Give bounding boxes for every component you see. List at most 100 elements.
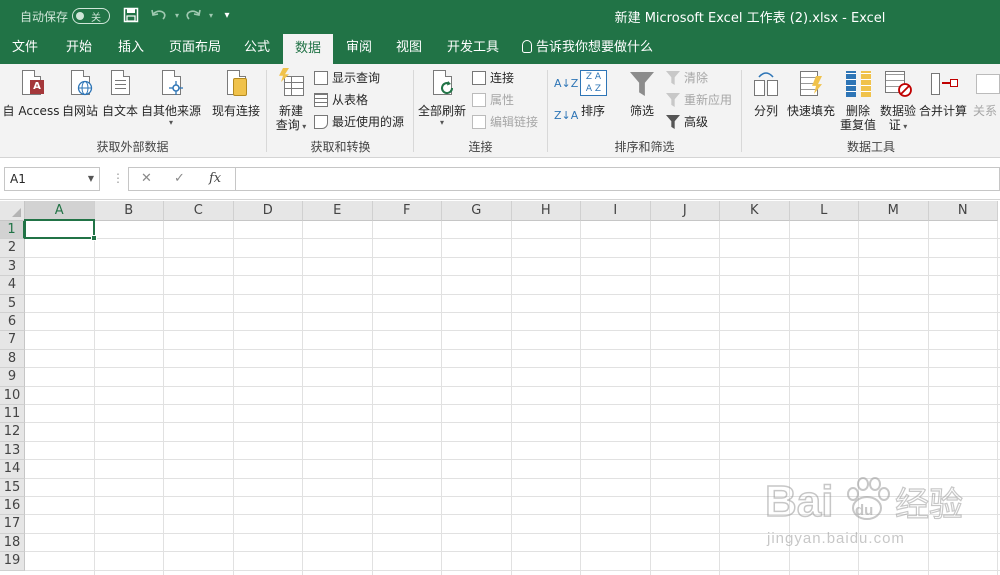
tab-file[interactable]: 文件 [2,32,48,64]
from-table-button[interactable]: 从表格 [314,90,368,110]
enter-icon[interactable]: ✓ [174,168,185,190]
active-cell-a1[interactable] [24,219,97,241]
data-validation-icon [883,68,913,100]
tab-insert[interactable]: 插入 [108,32,154,64]
row-header-18[interactable]: 18 [0,533,25,553]
row-header-14[interactable]: 14 [0,460,25,479]
text-to-columns-button[interactable]: 分列 [748,68,784,118]
tab-review[interactable]: 审阅 [338,32,380,64]
recent-sources-button[interactable]: 最近使用的源 [314,112,404,132]
row-header-8[interactable]: 8 [0,349,25,369]
consolidate-button[interactable]: 合并计算 [918,68,968,118]
column-header-c[interactable]: C [164,201,234,221]
refresh-all-button[interactable]: 全部刷新 ▾ [416,68,468,127]
tab-formulas[interactable]: 公式 [236,32,278,64]
cancel-icon[interactable]: ✕ [141,168,152,190]
tab-home[interactable]: 开始 [56,32,102,64]
row-header-3[interactable]: 3 [0,257,25,277]
sort-label: 排序 [580,104,605,118]
edit-links-label: 编辑链接 [490,115,539,129]
column-header-m[interactable]: M [859,201,929,221]
from-access-label: 自 Access [2,104,60,118]
flash-fill-button[interactable]: 快速填充 [786,68,836,118]
row-header-19[interactable]: 19 [0,552,25,571]
relationships-button[interactable]: 关系 [970,68,1000,118]
existing-connections-button[interactable]: 现有连接 [208,68,264,118]
tab-developer[interactable]: 开发工具 [440,32,506,64]
grid-row-line [25,569,1000,571]
tab-data[interactable]: 数据 [283,34,333,64]
flash-fill-icon [796,68,826,100]
grid-row-line [25,238,1000,240]
clear-filter-button[interactable]: 清除 [666,68,708,88]
column-header-h[interactable]: H [511,201,581,221]
column-header-k[interactable]: K [720,201,790,221]
undo-icon[interactable] [150,7,168,25]
row-header-17[interactable]: 17 [0,515,25,534]
row-header-13[interactable]: 13 [0,441,25,461]
row-header-16[interactable]: 16 [0,497,25,516]
insert-function-icon[interactable]: fx [209,168,221,190]
from-access-button[interactable]: A 自 Access [2,68,60,118]
from-web-label: 自网站 [61,104,98,118]
autosave-toggle[interactable]: 关 [72,8,110,24]
column-header-a[interactable]: A [25,201,95,221]
chevron-down-icon: ▾ [299,122,307,131]
redo-icon[interactable] [184,7,202,25]
row-header-12[interactable]: 12 [0,423,25,442]
from-other-sources-button[interactable]: 自其他来源 ▾ [140,68,202,127]
column-header-n[interactable]: N [928,201,998,221]
select-all-button[interactable] [0,201,25,221]
customize-toolbar-icon[interactable]: ▾ [218,7,236,25]
new-query-label-1: 新建 [278,104,303,118]
column-header-j[interactable]: J [650,201,720,221]
column-header-g[interactable]: G [442,201,512,221]
formula-bar-resize-handle[interactable]: ⋮ [112,171,124,185]
reapply-button[interactable]: 重新应用 [666,90,732,110]
tab-page-layout[interactable]: 页面布局 [160,32,230,64]
name-box[interactable]: A1 ▼ [4,167,100,191]
save-icon[interactable] [122,7,140,25]
row-header-4[interactable]: 4 [0,276,25,295]
remove-duplicates-button[interactable]: 删除 重复值 [838,68,878,132]
chevron-down-icon: ▾ [439,118,444,127]
fill-handle[interactable] [91,235,97,241]
row-header-7[interactable]: 7 [0,331,25,350]
column-header-f[interactable]: F [372,201,442,221]
row-header-11[interactable]: 11 [0,405,25,424]
grid-column-line [163,221,164,575]
sort-z-to-a-icon[interactable]: Z↓A [554,106,578,126]
column-header-d[interactable]: D [233,201,303,221]
properties-button[interactable]: 属性 [472,90,514,110]
tab-view[interactable]: 视图 [388,32,430,64]
row-header-1[interactable]: 1 [0,221,25,240]
column-header-l[interactable]: L [789,201,859,221]
from-web-button[interactable]: 自网站 [60,68,100,118]
from-text-button[interactable]: 自文本 [100,68,140,118]
chevron-down-icon: ▾ [168,118,173,127]
row-header-2[interactable]: 2 [0,239,25,258]
connections-button[interactable]: 连接 [472,68,514,88]
sort-button[interactable]: Z AA Z 排序 [576,68,610,118]
data-validation-label-2: 证 [888,118,901,132]
document-title: 新建 Microsoft Excel 工作表 (2).xlsx - Excel [614,11,886,26]
new-query-button[interactable]: 新建 查询 ▾ [270,68,312,134]
row-header-5[interactable]: 5 [0,294,25,313]
row-header-9[interactable]: 9 [0,368,25,387]
data-validation-button[interactable]: 数据验 证 ▾ [878,68,918,134]
group-label-external-data: 获取外部数据 [96,140,169,154]
tell-me-search[interactable]: 告诉我你想要做什么 [522,32,653,64]
row-header-6[interactable]: 6 [0,313,25,332]
formula-input[interactable] [235,167,1000,191]
column-header-b[interactable]: B [94,201,164,221]
edit-links-button[interactable]: 编辑链接 [472,112,538,132]
filter-button[interactable]: 筛选 [624,68,660,118]
row-header-15[interactable]: 15 [0,478,25,497]
chevron-down-icon[interactable]: ▼ [88,168,94,190]
column-header-e[interactable]: E [303,201,373,221]
advanced-filter-button[interactable]: 高级 [666,112,708,132]
row-header-10[interactable]: 10 [0,386,25,405]
sort-a-to-z-icon[interactable]: A↓Z [554,74,578,94]
show-queries-button[interactable]: 显示查询 [314,68,380,88]
column-header-i[interactable]: I [581,201,651,221]
